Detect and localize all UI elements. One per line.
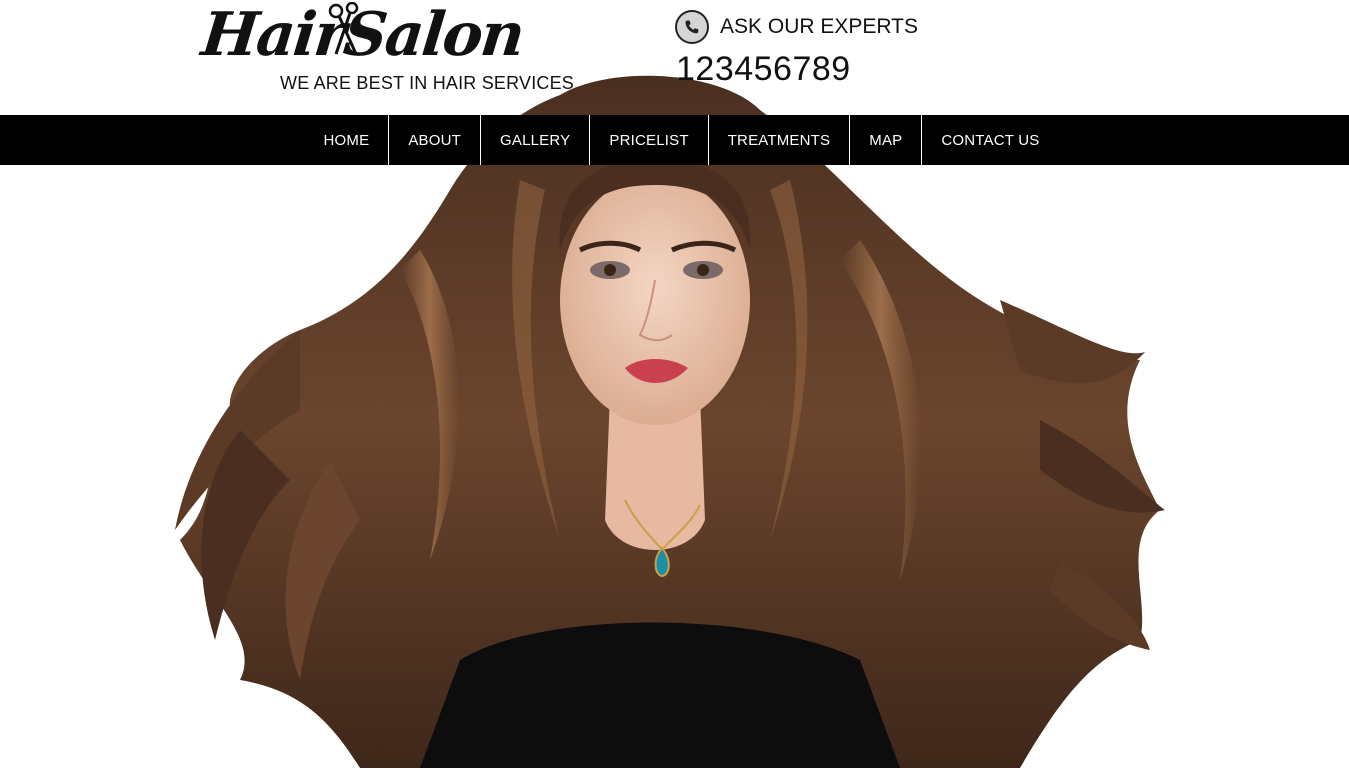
site-logo[interactable]: HairSalon WE ARE BEST IN HAIR SERVICES [198, 0, 573, 112]
phone-number[interactable]: 123456789 [676, 50, 851, 89]
scissors-icon [322, 1, 368, 58]
nav-item-pricelist[interactable]: PRICELIST [589, 115, 707, 165]
nav-item-contact-us[interactable]: CONTACT US [921, 115, 1058, 165]
phone-icon [675, 10, 709, 44]
ask-experts-label: ASK OUR EXPERTS [720, 15, 919, 38]
nav-list: HOME ABOUT GALLERY PRICELIST TREATMENTS … [291, 115, 1059, 165]
nav-item-home[interactable]: HOME [305, 115, 389, 165]
logo-tagline: WE ARE BEST IN HAIR SERVICES [280, 73, 575, 93]
nav-item-treatments[interactable]: TREATMENTS [707, 115, 850, 165]
site-header: HairSalon WE ARE BEST IN HAIR SERVICES A… [0, 0, 1349, 115]
nav-item-gallery[interactable]: GALLERY [480, 115, 589, 165]
nav-item-about[interactable]: ABOUT [388, 115, 480, 165]
main-navigation: HOME ABOUT GALLERY PRICELIST TREATMENTS … [0, 115, 1349, 165]
contact-block: ASK OUR EXPERTS 123456789 [675, 10, 975, 100]
nav-item-map[interactable]: MAP [849, 115, 921, 165]
